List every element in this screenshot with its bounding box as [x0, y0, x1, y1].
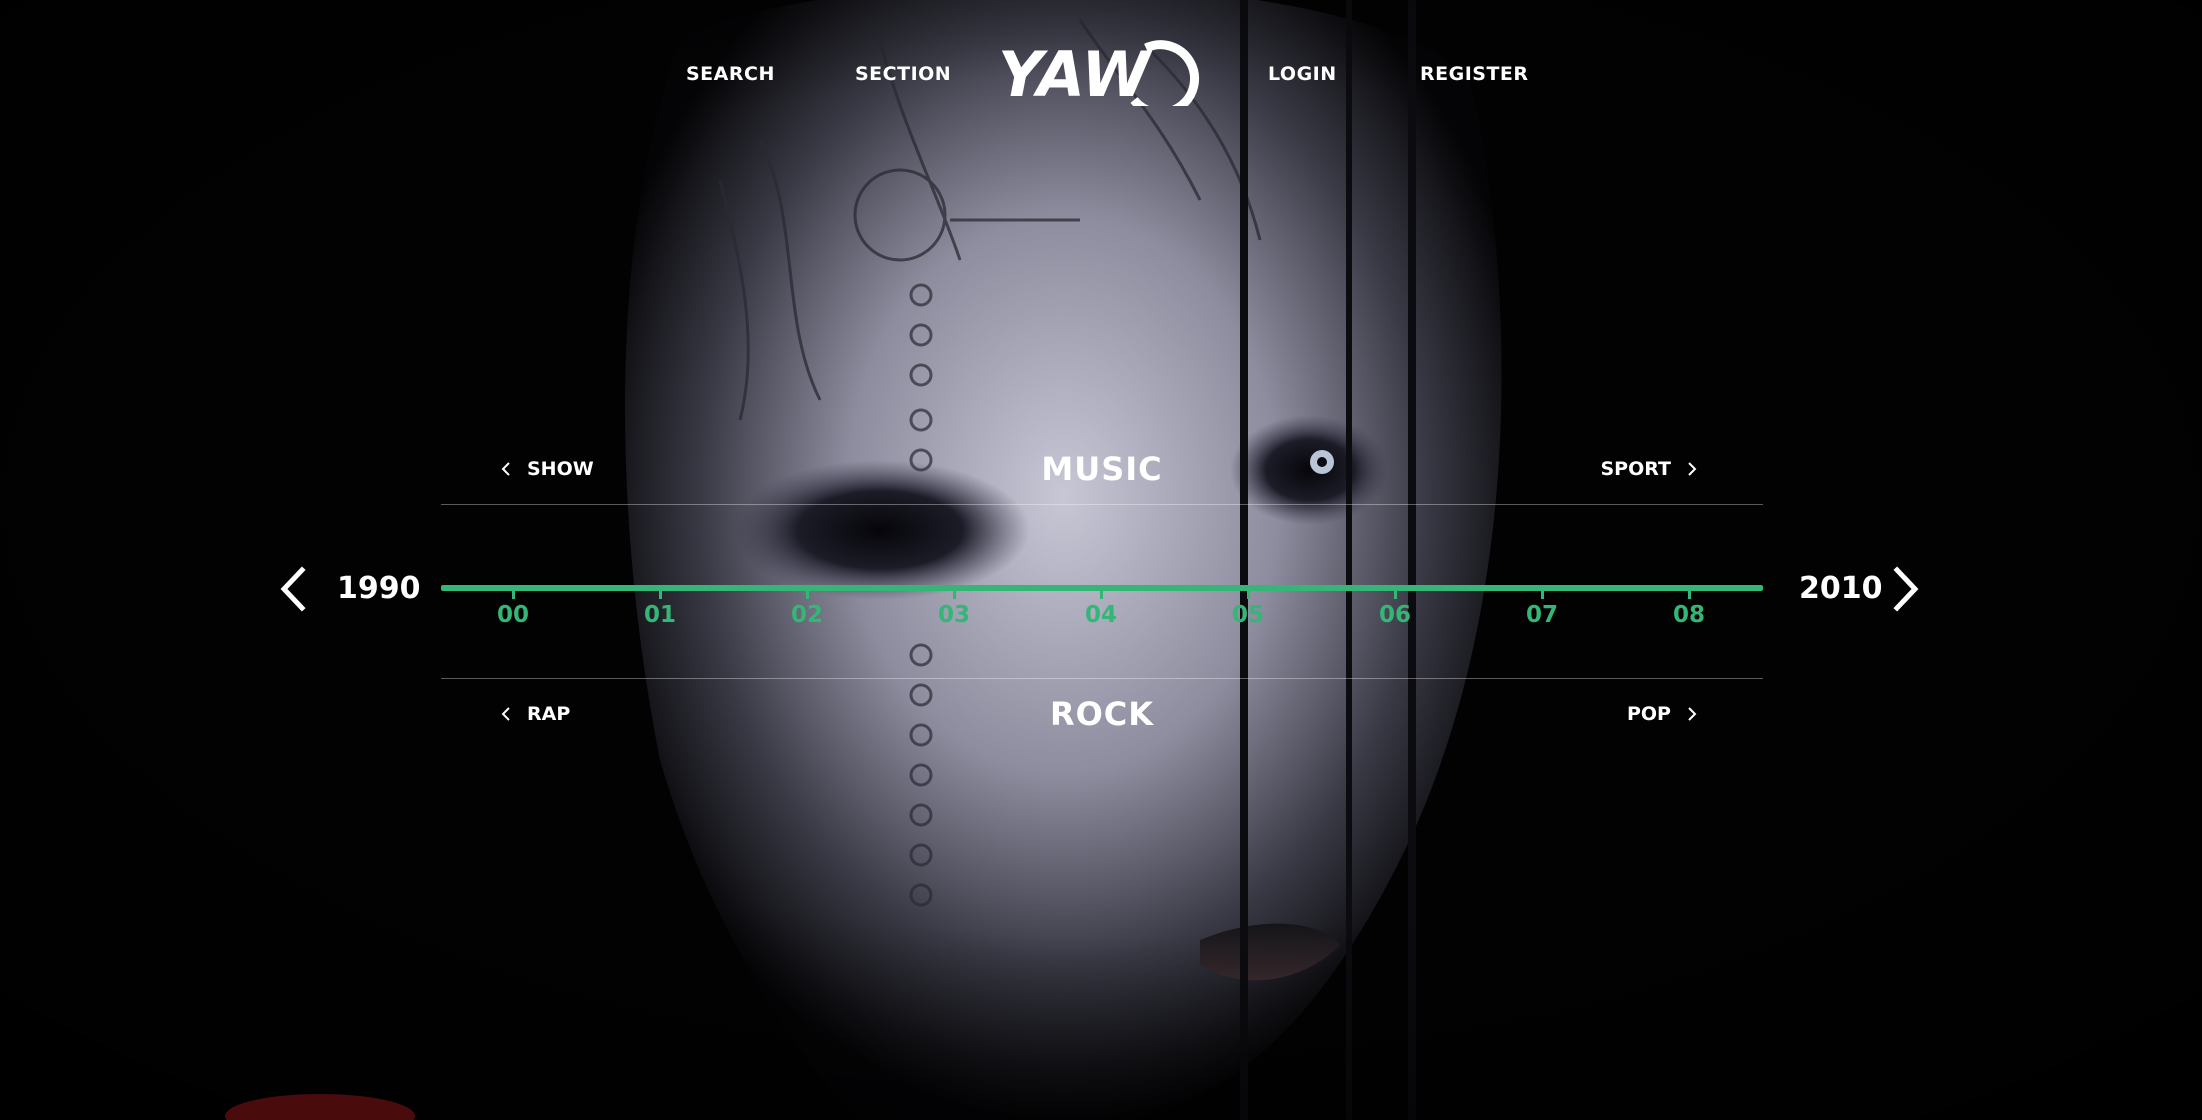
timeline-year-label[interactable]: 08: [1659, 602, 1719, 628]
timeline-tick: [1394, 591, 1397, 599]
chevron-right-small-icon: [1688, 707, 1697, 721]
chevron-right-icon: [1893, 566, 1919, 612]
nav-search-link[interactable]: SEARCH: [686, 63, 775, 85]
section-current: MUSIC: [441, 449, 1763, 489]
section-prev-label: SHOW: [527, 458, 594, 480]
timeline-year-label[interactable]: 05: [1218, 602, 1278, 628]
divider-top: [441, 504, 1763, 505]
year-prev-button[interactable]: [278, 566, 306, 612]
genre-prev-label: RAP: [527, 703, 571, 725]
genre-current-label: ROCK: [1049, 695, 1155, 733]
year-next-button[interactable]: [1893, 566, 1921, 612]
genre-next-button[interactable]: POP: [1627, 694, 1697, 734]
timeline-year-label[interactable]: 02: [777, 602, 837, 628]
page: SEARCH SECTION YAW LOGIN REGISTER SHOW M…: [0, 0, 2202, 1120]
nav-login-link[interactable]: LOGIN: [1268, 63, 1337, 85]
nav-register-link[interactable]: REGISTER: [1420, 63, 1529, 85]
section-switcher: SHOW MUSIC SPORT: [441, 449, 1763, 489]
timeline-year-label[interactable]: 04: [1071, 602, 1131, 628]
timeline-tick: [659, 591, 662, 599]
genre-current: ROCK: [441, 694, 1763, 734]
nav-section-link[interactable]: SECTION: [855, 63, 951, 85]
chevron-left-icon: [280, 566, 306, 612]
background-face-image: [0, 0, 2202, 1120]
chevron-left-small-icon: [501, 707, 510, 721]
timeline-tick: [806, 591, 809, 599]
chevron-right-small-icon: [1688, 462, 1697, 476]
start-year-label: 1990: [337, 571, 421, 606]
timeline-year-label[interactable]: 07: [1512, 602, 1572, 628]
chevron-left-small-icon: [501, 462, 510, 476]
site-logo[interactable]: YAW: [996, 30, 1206, 106]
timeline-tick: [1688, 591, 1691, 599]
section-next-label: SPORT: [1600, 458, 1672, 480]
timeline-tick: [1541, 591, 1544, 599]
timeline-year-label[interactable]: 06: [1365, 602, 1425, 628]
timeline-tick: [512, 591, 515, 599]
logo-text: YAW: [998, 38, 1153, 106]
timeline-tick: [1100, 591, 1103, 599]
end-year-label: 2010: [1799, 571, 1883, 606]
section-prev-button[interactable]: SHOW: [501, 449, 594, 489]
genre-prev-button[interactable]: RAP: [501, 694, 570, 734]
timeline-tick: [1247, 591, 1250, 599]
section-next-button[interactable]: SPORT: [1601, 449, 1698, 489]
timeline-year-label[interactable]: 03: [924, 602, 984, 628]
genre-switcher: RAP ROCK POP: [441, 694, 1763, 734]
timeline-tick: [953, 591, 956, 599]
timeline-year-label[interactable]: 01: [630, 602, 690, 628]
genre-next-label: POP: [1626, 703, 1671, 725]
timeline-year-label[interactable]: 00: [483, 602, 543, 628]
section-current-label: MUSIC: [1041, 450, 1163, 488]
divider-bottom: [441, 678, 1763, 679]
